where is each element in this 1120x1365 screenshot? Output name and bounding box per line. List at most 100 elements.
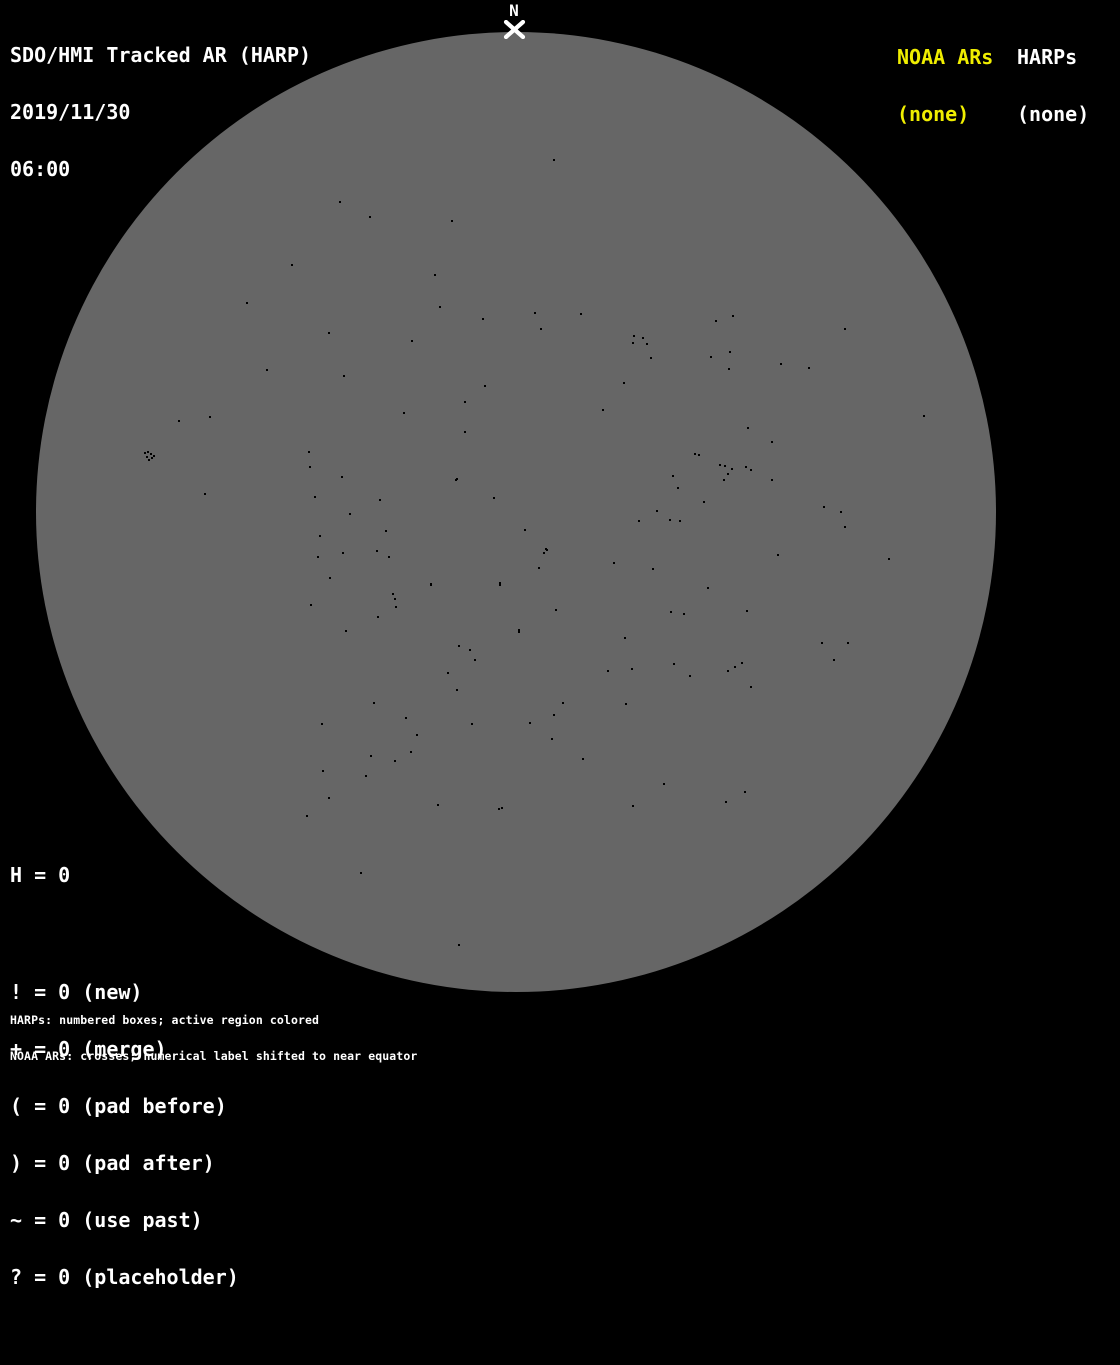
noaa-ars-counter: NOAA ARs (none) xyxy=(897,10,993,162)
sunspot-speckle xyxy=(291,264,293,266)
sunspot-speckle xyxy=(339,201,341,203)
sunspot-speckle xyxy=(458,944,460,946)
sunspot-speckle xyxy=(319,535,321,537)
sunspot-speckle xyxy=(719,464,721,466)
sunspot-speckle xyxy=(823,506,825,508)
legend-item-placeholder: ? = 0 (placeholder) xyxy=(10,1265,239,1289)
sunspot-speckle xyxy=(731,468,733,470)
sunspot-speckle xyxy=(499,584,501,586)
sunspot-speckle xyxy=(707,587,709,589)
sunspot-speckle xyxy=(656,510,658,512)
sunspot-speckle xyxy=(365,775,367,777)
sunspot-speckle xyxy=(329,577,331,579)
sunspot-speckle xyxy=(341,476,343,478)
sunspot-speckle xyxy=(150,453,152,455)
sunspot-speckle xyxy=(677,487,679,489)
sunspot-speckle xyxy=(652,568,654,570)
sunspot-speckle xyxy=(469,649,471,651)
sunspot-speckle xyxy=(553,714,555,716)
legend-item-pad-after: ) = 0 (pad after) xyxy=(10,1151,215,1175)
sunspot-speckle xyxy=(638,520,640,522)
sunspot-speckle xyxy=(683,613,685,615)
sunspot-speckle xyxy=(602,409,604,411)
sunspot-speckle xyxy=(723,479,725,481)
sunspot-speckle xyxy=(623,382,625,384)
sunspot-speckle xyxy=(322,770,324,772)
sunspot-speckle xyxy=(715,320,717,322)
sunspot-speckle xyxy=(464,401,466,403)
sunspot-speckle xyxy=(437,804,439,806)
sunspot-speckle xyxy=(306,815,308,817)
sunspot-speckle xyxy=(385,530,387,532)
sunspot-speckle xyxy=(410,751,412,753)
sunspot-speckle xyxy=(148,459,150,461)
sunspot-speckle xyxy=(724,465,726,467)
sunspot-speckle xyxy=(498,808,500,810)
sunspot-speckle xyxy=(484,385,486,387)
sunspot-speckle xyxy=(650,357,652,359)
sunspot-speckle xyxy=(456,478,458,480)
sunspot-speckle xyxy=(308,451,310,453)
footer-harps-note: HARPs: numbered boxes; active region col… xyxy=(10,1013,320,1027)
sunspot-speckle xyxy=(471,723,473,725)
sunspot-speckle xyxy=(439,306,441,308)
legend: H = 0 ! = 0 (new) + = 0 (merge) ( = 0 (p… xyxy=(10,828,239,1363)
sunspot-speckle xyxy=(403,412,405,414)
sunspot-speckle xyxy=(146,456,148,458)
solar-disk-map: SDO/HMI Tracked AR (HARP) 2019/11/30 06:… xyxy=(0,0,1120,1287)
sunspot-speckle xyxy=(750,686,752,688)
sunspot-speckle xyxy=(771,479,773,481)
sunspot-speckle xyxy=(625,703,627,705)
sunspot-speckle xyxy=(310,604,312,606)
sunspot-speckle xyxy=(394,760,396,762)
sunspot-speckle xyxy=(147,451,149,453)
north-pole-marker: N xyxy=(492,2,536,39)
footer-notes: HARPs: numbered boxes; active region col… xyxy=(10,990,417,1086)
sunspot-speckle xyxy=(499,582,501,584)
sunspot-speckle xyxy=(582,758,584,760)
sunspot-speckle xyxy=(411,340,413,342)
sunspot-speckle xyxy=(923,415,925,417)
harps-label: HARPs xyxy=(1017,45,1078,69)
sunspot-speckle xyxy=(153,455,155,457)
sunspot-speckle xyxy=(546,549,548,551)
sunspot-speckle xyxy=(416,734,418,736)
sunspot-speckle xyxy=(679,520,681,522)
sunspot-speckle xyxy=(447,672,449,674)
sunspot-speckle xyxy=(266,369,268,371)
sunspot-speckle xyxy=(451,220,453,222)
sunspot-speckle xyxy=(314,496,316,498)
sunspot-speckle xyxy=(434,274,436,276)
sunspot-speckle xyxy=(360,872,362,874)
harps-value: (none) xyxy=(1017,102,1090,126)
sunspot-speckle xyxy=(670,611,672,613)
date-label: 2019/11/30 xyxy=(10,100,131,124)
sunspot-speckle xyxy=(518,631,520,633)
sunspot-speckle xyxy=(376,550,378,552)
sunspot-speckle xyxy=(394,598,396,600)
sunspot-speckle xyxy=(430,583,432,585)
sunspot-speckle xyxy=(540,328,542,330)
sunspot-speckle xyxy=(373,702,375,704)
sunspot-speckle xyxy=(395,606,397,608)
sunspot-speckle xyxy=(328,797,330,799)
sunspot-speckle xyxy=(646,343,648,345)
sunspot-speckle xyxy=(771,441,773,443)
sunspot-speckle xyxy=(844,328,846,330)
sunspot-speckle xyxy=(777,554,779,556)
sunspot-speckle xyxy=(553,159,555,161)
sunspot-speckle xyxy=(607,670,609,672)
sunspot-speckle xyxy=(524,529,526,531)
sunspot-speckle xyxy=(613,562,615,564)
title-block: SDO/HMI Tracked AR (HARP) 2019/11/30 06:… xyxy=(10,8,311,217)
sunspot-speckle xyxy=(246,302,248,304)
sunspot-speckle xyxy=(562,702,564,704)
sunspot-speckle xyxy=(555,609,557,611)
noaa-ars-label: NOAA ARs xyxy=(897,45,994,69)
sunspot-speckle xyxy=(534,312,536,314)
legend-item-use-past: ~ = 0 (use past) xyxy=(10,1208,203,1232)
sunspot-speckle xyxy=(379,499,381,501)
sunspot-speckle xyxy=(209,416,211,418)
sunspot-speckle xyxy=(151,457,153,459)
sunspot-speckle xyxy=(663,783,665,785)
